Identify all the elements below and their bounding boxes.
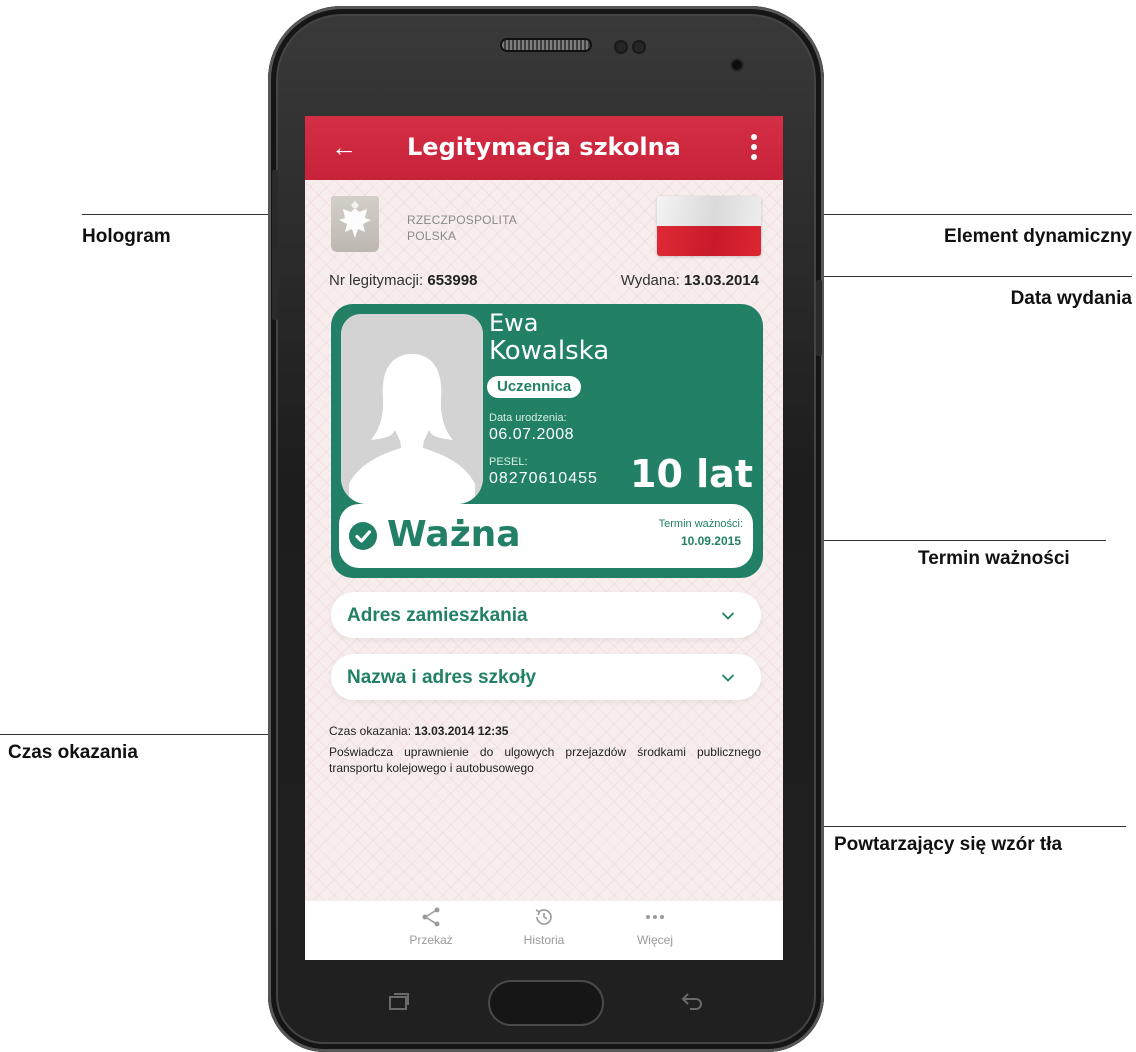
recent-apps-icon[interactable] bbox=[388, 993, 410, 1011]
annotation-background-pattern: Powtarzający się wzór tła bbox=[834, 834, 1063, 855]
validity-status: Ważna bbox=[387, 514, 521, 555]
entitlement-description: Poświadcza uprawnienie do ulgowych przej… bbox=[329, 745, 761, 775]
bottom-navigation: Przekaż Historia Więcej bbox=[305, 900, 783, 960]
section-school-accordion[interactable]: Nazwa i adres szkoły bbox=[331, 654, 761, 700]
shown-time-label: Czas okazania: bbox=[329, 724, 412, 738]
document-number-label: Nr legitymacji: bbox=[329, 272, 424, 289]
home-button[interactable] bbox=[488, 980, 604, 1026]
shown-time-row: Czas okazania: 13.03.2014 12:35 bbox=[329, 724, 508, 738]
pesel-label: PESEL: bbox=[489, 456, 528, 468]
last-name: Kowalska bbox=[489, 336, 610, 366]
polish-flag-dynamic-element-icon bbox=[657, 196, 761, 256]
history-icon bbox=[504, 905, 584, 931]
nav-label-historia: Historia bbox=[523, 933, 565, 947]
annotation-czas-okazania: Czas okazania bbox=[8, 742, 138, 763]
annotation-line-issue-date bbox=[770, 276, 1132, 277]
overflow-menu-icon[interactable] bbox=[745, 132, 763, 164]
issue-date-label: Wydana: bbox=[620, 272, 680, 289]
phone-sensor-icon bbox=[614, 40, 628, 54]
annotation-hologram: Hologram bbox=[82, 226, 171, 247]
document-number-row: Nr legitymacji: 653998 bbox=[329, 272, 477, 289]
phone-power-button bbox=[816, 280, 822, 356]
nav-label-przekaz: Przekaż bbox=[409, 933, 453, 947]
issuer-name: RZECZPOSPOLITA POLSKA bbox=[407, 212, 517, 244]
section-school-label: Nazwa i adres szkoły bbox=[347, 667, 537, 688]
section-address-label: Adres zamieszkania bbox=[347, 605, 528, 626]
validity-status-box: Ważna Termin ważności: 10.09.2015 bbox=[339, 504, 753, 568]
share-icon bbox=[391, 905, 471, 931]
shown-time-value: 13.03.2014 12:35 bbox=[414, 724, 509, 738]
phone-sensor-icon bbox=[632, 40, 646, 54]
app-screen: ← Legitymacja szkolna RZECZPOSPOLITA POL… bbox=[305, 116, 783, 960]
date-of-birth-label: Data urodzenia: bbox=[489, 412, 567, 424]
nav-item-wiecej[interactable]: Więcej bbox=[615, 905, 695, 947]
age-value: 10 lat bbox=[630, 452, 753, 496]
annotation-termin-waznosci: Termin ważności bbox=[918, 548, 1070, 569]
issuer-line-1: RZECZPOSPOLITA bbox=[407, 213, 517, 227]
more-icon bbox=[615, 905, 695, 931]
nav-label-wiecej: Więcej bbox=[636, 933, 673, 947]
date-of-birth-value: 06.07.2008 bbox=[489, 426, 575, 443]
page-title: Legitymacja szkolna bbox=[407, 133, 681, 161]
section-address-accordion[interactable]: Adres zamieszkania bbox=[331, 592, 761, 638]
student-id-card: Ewa Kowalska Uczennica Data urodzenia: 0… bbox=[331, 304, 763, 578]
nav-item-historia[interactable]: Historia bbox=[504, 905, 584, 947]
chevron-down-icon bbox=[722, 674, 734, 682]
valid-until-label: Termin ważności: bbox=[658, 518, 743, 530]
phone-front-camera-icon bbox=[732, 60, 742, 70]
issue-date-value: 13.03.2014 bbox=[683, 272, 759, 289]
student-photo-placeholder bbox=[341, 314, 483, 504]
annotation-data-wydania: Data wydania bbox=[1010, 288, 1132, 309]
first-name: Ewa bbox=[489, 309, 539, 337]
issuer-line-2: POLSKA bbox=[407, 229, 457, 243]
phone-volume-button bbox=[272, 170, 278, 320]
polish-eagle-hologram-icon bbox=[331, 196, 379, 252]
back-arrow-icon[interactable]: ← bbox=[331, 133, 359, 161]
role-badge: Uczennica bbox=[487, 376, 582, 398]
issue-date-row: Wydana: 13.03.2014 bbox=[621, 272, 759, 289]
phone-speaker-grille bbox=[502, 40, 590, 50]
annotation-element-dynamiczny: Element dynamiczny bbox=[944, 226, 1132, 247]
nav-item-przekaz[interactable]: Przekaż bbox=[391, 905, 471, 947]
document-number-value: 653998 bbox=[427, 272, 478, 289]
pesel-value: 08270610455 bbox=[489, 470, 598, 487]
hardware-back-icon[interactable] bbox=[680, 990, 704, 1012]
app-top-bar: ← Legitymacja szkolna bbox=[305, 116, 783, 180]
chevron-down-icon bbox=[722, 612, 734, 620]
valid-until-value: 10.09.2015 bbox=[680, 534, 741, 548]
check-circle-icon bbox=[349, 522, 377, 550]
